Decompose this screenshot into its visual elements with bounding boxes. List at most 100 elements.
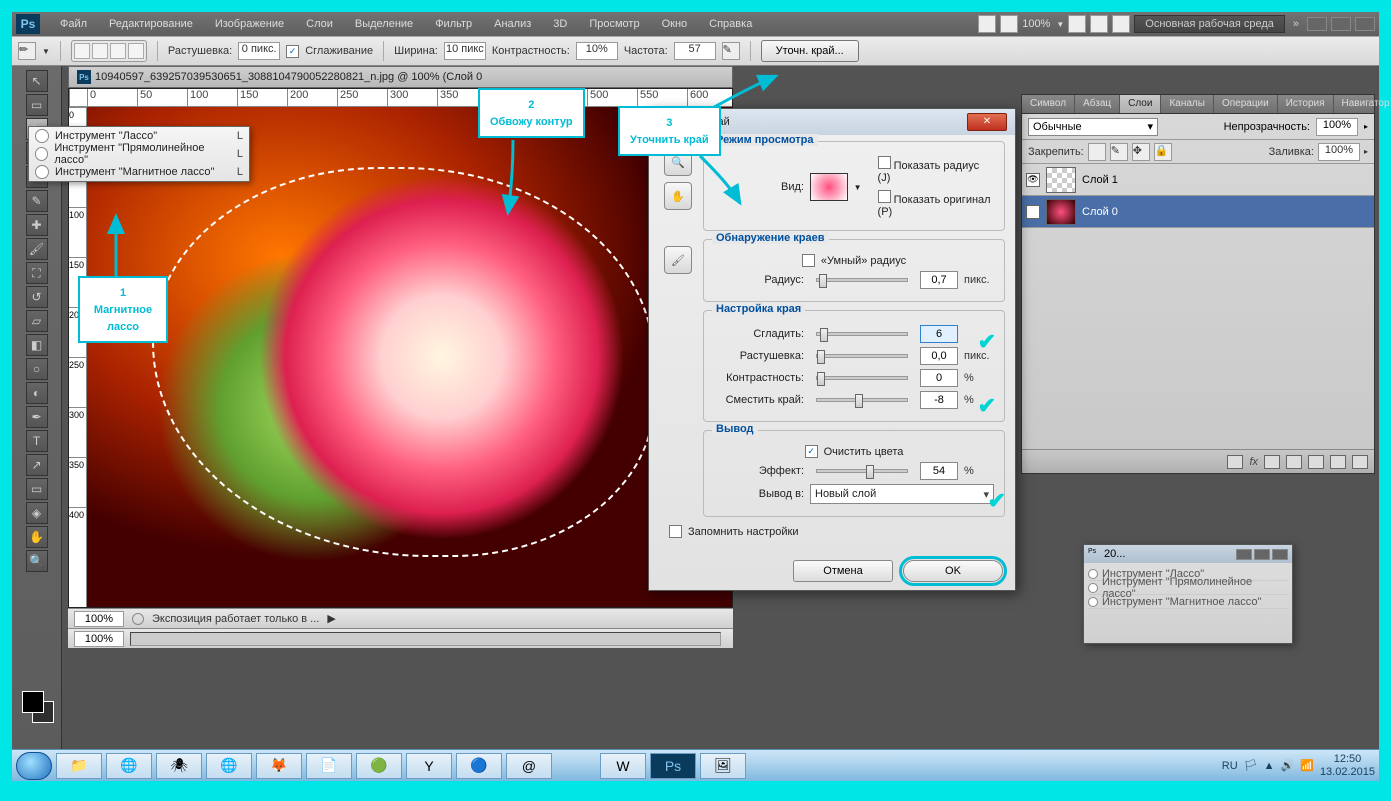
task-item[interactable]: 🌐 [106,753,152,779]
task-item[interactable]: 🌐 [206,753,252,779]
decontaminate-checkbox[interactable] [805,445,818,458]
document-tab[interactable]: Ps 10940597_639257039530651_308810479005… [68,66,733,88]
menu-select[interactable]: Выделение [345,15,423,33]
heal-tool[interactable]: ✚ [26,214,48,236]
tab-character[interactable]: Символ [1022,95,1075,113]
image-content[interactable] [87,107,732,607]
mini-close[interactable] [1272,549,1288,560]
shape-tool[interactable]: ▭ [26,478,48,500]
bridge-icon[interactable] [978,15,996,33]
task-item[interactable]: 📄 [306,753,352,779]
min-button[interactable] [1307,17,1327,31]
output-select[interactable]: Новый слой [810,484,994,504]
workspace-selector[interactable]: Основная рабочая среда [1134,15,1285,33]
amount-slider[interactable] [816,469,908,473]
history-brush-tool[interactable]: ↺ [26,286,48,308]
blend-mode-select[interactable]: Обычные [1028,118,1158,136]
eyedropper-tool[interactable]: ✎ [26,190,48,212]
tab-history[interactable]: История [1278,95,1334,113]
trash-icon[interactable] [1352,455,1368,469]
tray-flag-icon[interactable]: 🏳 [1244,759,1258,772]
3d-tool[interactable]: ◈ [26,502,48,524]
layer-row[interactable]: 👁 Слой 0 [1022,196,1374,228]
subtract-selection-icon[interactable] [110,43,126,59]
view-preview[interactable] [810,173,848,201]
hand-tool[interactable]: ✋ [26,526,48,548]
task-item[interactable]: W [600,753,646,779]
tool-preset-icon[interactable]: ✏ [18,42,36,60]
width-input[interactable]: 10 пикс [444,42,486,60]
mini-history-panel[interactable]: Ps 20... Инструмент "Лассо" Инструмент "… [1083,544,1293,644]
tray-lang[interactable]: RU [1222,760,1238,772]
task-item[interactable]: Y [406,753,452,779]
cancel-button[interactable]: Отмена [793,560,893,582]
task-photoshop[interactable]: Ps [650,753,696,779]
tab-paragraph[interactable]: Абзац [1075,95,1120,113]
brush-tool[interactable]: 🖌 [26,238,48,260]
task-item[interactable]: 📁 [56,753,102,779]
path-tool[interactable]: ↗ [26,454,48,476]
h-scrollbar[interactable] [130,632,721,646]
intersect-selection-icon[interactable] [128,43,144,59]
menu-analysis[interactable]: Анализ [484,15,541,33]
gradient-tool[interactable]: ◧ [26,334,48,356]
smooth-slider[interactable] [816,332,908,336]
link-icon[interactable] [1227,455,1243,469]
screen-icon[interactable] [1112,15,1130,33]
radius-slider[interactable] [816,278,908,282]
amount-input[interactable] [920,462,958,480]
mini-item[interactable]: Инструмент "Магнитное лассо" [1088,595,1288,609]
menu-help[interactable]: Справка [699,15,762,33]
menu-3d[interactable]: 3D [543,15,577,33]
task-item[interactable]: @ [506,753,552,779]
antialias-checkbox[interactable] [286,45,299,58]
start-button[interactable] [16,752,52,780]
smooth-input[interactable] [920,325,958,343]
eraser-tool[interactable]: ▱ [26,310,48,332]
hand-icon[interactable] [1068,15,1086,33]
adjustment-icon[interactable] [1286,455,1302,469]
lock-all-icon[interactable]: 🔒 [1154,143,1172,161]
group-icon[interactable] [1308,455,1324,469]
mini-item[interactable]: Инструмент "Прямолинейное лассо" [1088,581,1288,595]
new-layer-icon[interactable] [1330,455,1346,469]
lock-transparent-icon[interactable] [1088,143,1106,161]
task-item[interactable]: 🦊 [256,753,302,779]
blur-tool[interactable]: ○ [26,358,48,380]
add-selection-icon[interactable] [92,43,108,59]
contrast-input[interactable]: 10% [576,42,618,60]
radius-input[interactable] [920,271,958,289]
mini-max[interactable] [1254,549,1270,560]
task-item[interactable]: 🟢 [356,753,402,779]
tab-navigator[interactable]: Навигатор [1334,95,1391,113]
remember-checkbox[interactable] [669,525,682,538]
contrast-slider[interactable] [816,376,908,380]
max-button[interactable] [1331,17,1351,31]
menu-filter[interactable]: Фильтр [425,15,482,33]
lock-pixels-icon[interactable]: ✎ [1110,143,1128,161]
move-tool[interactable]: ↖ [26,70,48,92]
stamp-tool[interactable]: ⛶ [26,262,48,284]
shift-input[interactable] [920,391,958,409]
tray-icon[interactable]: 🔊 [1281,759,1295,772]
tray-icon[interactable]: 📶 [1300,759,1314,772]
task-item[interactable]: 🕷 [156,753,202,779]
menu-layers[interactable]: Слои [296,15,343,33]
fg-color[interactable] [22,691,44,713]
smart-radius-checkbox[interactable] [802,254,815,267]
tab-channels[interactable]: Каналы [1161,95,1214,113]
visibility-icon[interactable]: 👁 [1026,205,1040,219]
zoom-readout[interactable]: 100% [1022,18,1050,30]
tray-action-icon[interactable]: ▲ [1264,760,1275,772]
opacity-input[interactable]: 100% [1316,118,1358,136]
feather-slider[interactable] [816,354,908,358]
status-arrow-icon[interactable]: ▶ [327,612,335,625]
doc-zoom-input-2[interactable] [74,631,124,647]
mini-min[interactable] [1236,549,1252,560]
polygonal-lasso-option[interactable]: Инструмент "Прямолинейное лассо"L [29,145,249,163]
task-item[interactable]: 🖼 [700,753,746,779]
pen-tool[interactable]: ✒ [26,406,48,428]
layer-row[interactable]: 👁 Слой 1 [1022,164,1374,196]
hand-dlg-icon[interactable]: ✋ [664,182,692,210]
pen-pressure-icon[interactable]: ✎ [722,42,740,60]
